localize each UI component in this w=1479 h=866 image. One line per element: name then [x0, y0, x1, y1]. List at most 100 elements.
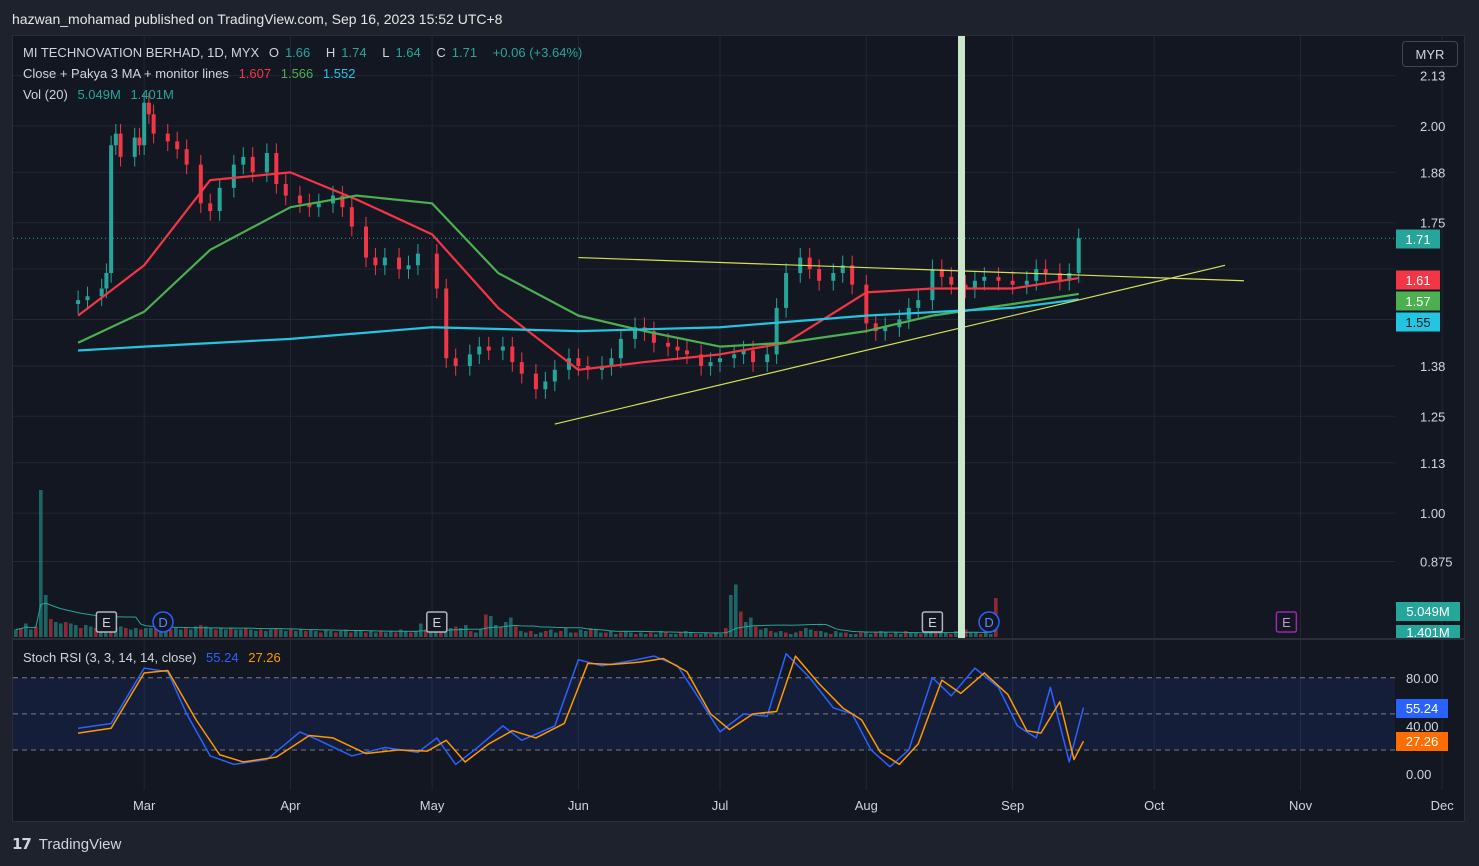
- time-tick-label: Aug: [855, 798, 878, 813]
- volume-bar: [569, 632, 573, 637]
- candle-body: [241, 156, 246, 165]
- high-label: H: [325, 45, 336, 60]
- ma-legend[interactable]: Close + Pakya 3 MA + monitor lines 1.607…: [23, 66, 355, 81]
- candle-body: [198, 164, 203, 204]
- volume-ma-value: 1.401M: [130, 87, 174, 102]
- candle-body: [675, 346, 680, 351]
- ma-mid-value: 1.566: [280, 66, 314, 81]
- candle-body: [1034, 269, 1039, 281]
- volume-bar: [59, 623, 63, 637]
- volume-bar: [849, 634, 853, 637]
- candle-body: [708, 362, 713, 366]
- candle-body: [231, 164, 236, 188]
- volume-bar: [259, 629, 263, 637]
- volume-bar: [169, 629, 173, 637]
- volume-bar: [644, 634, 648, 637]
- volume-bar: [49, 619, 53, 637]
- trendline: [554, 264, 1226, 425]
- volume-bar: [909, 632, 913, 637]
- event-marker-label: E: [102, 615, 111, 630]
- volume-bar: [189, 629, 193, 637]
- stoch-tick-label: 80.00: [1406, 671, 1439, 686]
- volume-bar: [634, 634, 638, 637]
- event-marker-label: E: [1282, 615, 1291, 630]
- volume-legend[interactable]: Vol (20) 5.049M 1.401M: [23, 87, 174, 102]
- volume-bar: [954, 631, 958, 637]
- volume-bar: [144, 628, 148, 637]
- volume-bar: [769, 631, 773, 637]
- volume-bar: [139, 629, 143, 637]
- currency-button[interactable]: MYR: [1402, 41, 1458, 67]
- volume-bar: [314, 631, 318, 637]
- volume-bar: [969, 632, 973, 637]
- stoch-legend[interactable]: Stoch RSI (3, 3, 14, 14, close) 55.24 27…: [23, 650, 281, 665]
- volume-bar: [754, 626, 758, 637]
- volume-bar: [899, 634, 903, 637]
- volume-bar: [854, 634, 858, 637]
- candle-body: [519, 362, 524, 374]
- stoch-d-value: 27.26: [248, 650, 281, 665]
- volume-bar: [979, 634, 983, 637]
- volume-bar: [674, 634, 678, 637]
- volume-bar: [354, 631, 358, 637]
- volume-bar: [389, 631, 393, 637]
- candle-body: [784, 273, 789, 308]
- volume-value: 5.049M: [77, 87, 121, 102]
- volume-ma-tag: 1.401M: [1406, 625, 1449, 640]
- change-value: +0.06 (+3.64%): [492, 45, 583, 60]
- volume-bar: [629, 632, 633, 637]
- volume-bar: [519, 631, 523, 637]
- time-tick-label: Oct: [1144, 798, 1165, 813]
- volume-bar: [219, 628, 223, 637]
- chart-canvas[interactable]: 2.13 2.00 1.88 1.75 1.38 1.25 1.13 1.00 0.875 80.…: [0, 0, 1479, 866]
- volume-bar: [174, 628, 178, 637]
- volume-bar: [974, 632, 978, 637]
- candle-body: [373, 257, 378, 266]
- volume-bar: [404, 631, 408, 637]
- candle-body: [349, 207, 354, 227]
- candle-body: [510, 346, 515, 363]
- candle-body: [283, 183, 288, 196]
- volume-bar: [799, 631, 803, 637]
- price-tick-label: 0.875: [1420, 555, 1453, 570]
- price-tick-label: 1.25: [1420, 409, 1445, 424]
- stoch-tick-label: 0.00: [1406, 767, 1431, 782]
- volume-bar: [14, 629, 18, 637]
- candle-body: [982, 276, 987, 281]
- high-value: 1.74: [341, 45, 367, 60]
- candle-body: [132, 137, 137, 157]
- candle-body: [807, 257, 812, 270]
- volume-bar: [299, 629, 303, 637]
- tradingview-footer: 𝟭𝟳 TradingView: [12, 835, 121, 855]
- volume-bar: [249, 629, 253, 637]
- volume-bar: [829, 634, 833, 637]
- price-tick-label: 1.75: [1420, 216, 1445, 231]
- chart-layers: 2.13 2.00 1.88 1.75 1.38 1.25 1.13 1.00 0.875 80.…: [13, 36, 1464, 813]
- volume-bar: [514, 626, 518, 637]
- volume-bar: [349, 632, 353, 637]
- volume-bar: [544, 631, 548, 637]
- volume-bar: [834, 631, 838, 637]
- volume-bar: [579, 629, 583, 637]
- volume-bar: [664, 632, 668, 637]
- volume-bar: [199, 625, 203, 637]
- volume-bar: [919, 634, 923, 637]
- volume-bar: [334, 632, 338, 637]
- volume-bar: [419, 623, 423, 637]
- volume-bar: [64, 622, 68, 637]
- volume-bar: [124, 628, 128, 637]
- volume-bar: [594, 629, 598, 637]
- candle-body: [817, 269, 822, 281]
- candle-body: [831, 273, 836, 281]
- volume-bar: [364, 632, 368, 637]
- candle-body: [104, 273, 109, 289]
- volume-bar: [134, 628, 138, 637]
- candle-body: [434, 253, 439, 289]
- volume-bar: [559, 631, 563, 637]
- volume-bar: [989, 634, 993, 637]
- candle-body: [576, 358, 581, 366]
- volume-bar: [504, 622, 508, 637]
- volume-bar: [759, 629, 763, 637]
- volume-bar: [74, 625, 78, 637]
- candle-body: [864, 284, 869, 324]
